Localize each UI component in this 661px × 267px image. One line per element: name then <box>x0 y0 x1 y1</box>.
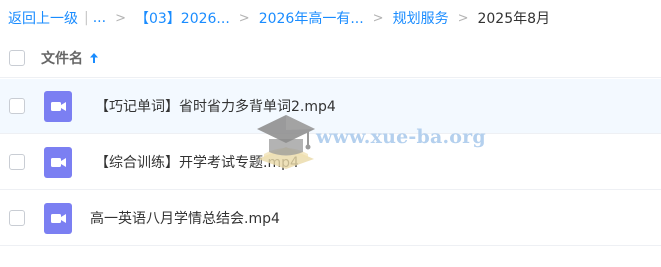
breadcrumb-item-planning-service[interactable]: 规划服务 <box>393 8 449 28</box>
row-checkbox[interactable] <box>9 210 25 226</box>
column-header-filename[interactable]: 文件名 <box>41 38 99 77</box>
row-checkbox[interactable] <box>9 98 25 114</box>
row-checkbox[interactable] <box>9 154 25 170</box>
file-name[interactable]: 高一英语八月学情总结会.mp4 <box>90 191 280 245</box>
breadcrumb-current: 2025年8月 <box>477 11 551 27</box>
back-link[interactable]: 返回上一级 <box>8 8 78 28</box>
file-row[interactable]: 【巧记单词】省时省力多背单词2.mp4 <box>0 79 661 134</box>
breadcrumb-ellipsis[interactable]: ... <box>93 10 106 26</box>
breadcrumb: 返回上一级 | ... > 【03】2026... > 2026年高一有... … <box>8 0 550 36</box>
breadcrumb-separator: > <box>115 10 126 26</box>
video-file-icon <box>44 203 72 234</box>
file-row[interactable]: 【综合训练】开学考试专题.mp4 <box>0 135 661 190</box>
file-name[interactable]: 【综合训练】开学考试专题.mp4 <box>95 135 299 189</box>
file-row[interactable]: 高一英语八月学情总结会.mp4 <box>0 191 661 246</box>
video-file-icon <box>44 91 72 122</box>
breadcrumb-item-2026-grade1[interactable]: 2026年高一有... <box>259 8 364 28</box>
file-list-header: 文件名 <box>0 38 661 78</box>
breadcrumb-separator: > <box>238 10 250 26</box>
breadcrumb-separator: > <box>372 10 384 26</box>
video-file-icon <box>44 147 72 178</box>
breadcrumb-item-03-2026[interactable]: 【03】2026... <box>135 8 230 28</box>
sort-ascending-icon <box>89 52 99 64</box>
select-all-checkbox[interactable] <box>9 50 25 66</box>
breadcrumb-separator: > <box>457 10 469 26</box>
breadcrumb-divider: | <box>84 10 89 26</box>
file-name[interactable]: 【巧记单词】省时省力多背单词2.mp4 <box>95 79 336 133</box>
column-header-label: 文件名 <box>41 50 83 67</box>
